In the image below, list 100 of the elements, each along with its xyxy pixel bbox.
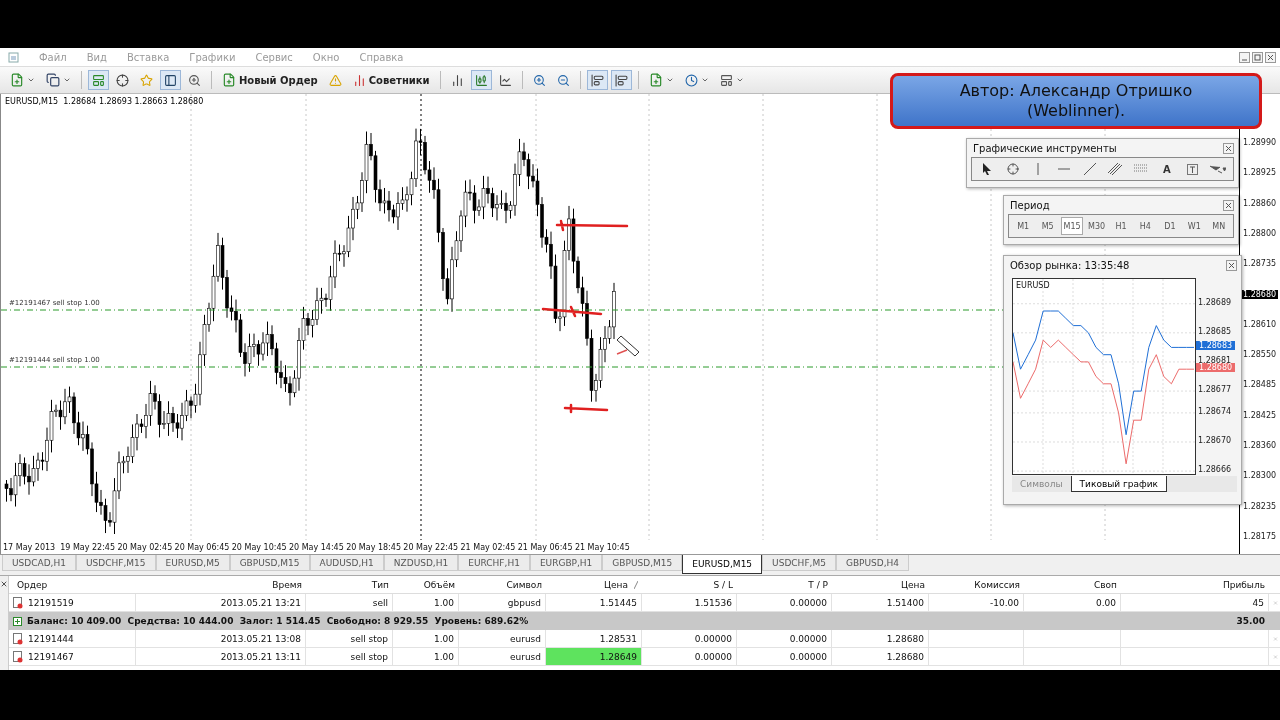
chart-tab[interactable]: EURGBP,H1 bbox=[529, 555, 603, 571]
table-cell: 0.00000 bbox=[642, 630, 737, 648]
template-icon bbox=[719, 73, 733, 87]
time-axis-label: 20 May 14:45 bbox=[288, 543, 345, 552]
price-axis-label: 1.28685 bbox=[1198, 326, 1232, 336]
horizontal-line-icon bbox=[1057, 168, 1070, 170]
autoscroll-button[interactable] bbox=[586, 70, 608, 90]
chart-tab[interactable]: NZDUSD,H1 bbox=[383, 555, 459, 571]
close-button[interactable] bbox=[1226, 259, 1237, 271]
chart-shift-button[interactable] bbox=[610, 70, 632, 90]
magnifier-icon bbox=[188, 73, 201, 87]
chart-header: EURUSD,M15 1.28684 1.28693 1.28663 1.28680 bbox=[5, 97, 204, 106]
warning-icon bbox=[328, 73, 342, 87]
account-summary: Баланс: 10 409.00 Средства: 10 444.00 Залог: 1 514.45 Свободно: 8 929.55 Уровень: 689.62% bbox=[27, 616, 529, 626]
close-icon bbox=[1273, 652, 1278, 661]
channel-icon bbox=[1108, 163, 1123, 175]
period-button[interactable]: MN bbox=[1207, 217, 1230, 235]
column-header[interactable]: Объём bbox=[393, 576, 459, 594]
experts-button[interactable]: Советники bbox=[348, 70, 434, 90]
price-axis-label: 1.28425 bbox=[1243, 410, 1277, 420]
price-axis-label: 1.28674 bbox=[1198, 406, 1232, 416]
column-header[interactable]: T / P bbox=[737, 576, 832, 594]
column-header[interactable]: Время bbox=[136, 576, 306, 594]
period-button[interactable]: M1 bbox=[1012, 217, 1035, 235]
restore-button[interactable] bbox=[1252, 51, 1263, 63]
column-header[interactable]: Цена bbox=[546, 576, 642, 594]
new-order-button[interactable]: Новый Ордер bbox=[218, 70, 322, 90]
candles-button[interactable] bbox=[470, 70, 492, 90]
price-axis-label: 1.28800 bbox=[1243, 228, 1277, 238]
plus-icon[interactable] bbox=[13, 616, 22, 626]
market-watch-button[interactable] bbox=[88, 70, 109, 90]
table-cell: 2013.05.21 13:11 bbox=[136, 648, 306, 666]
text-tool-button[interactable]: A bbox=[1154, 160, 1179, 178]
close-button[interactable] bbox=[1265, 51, 1276, 63]
time-axis-label: 19 May 22:45 bbox=[60, 543, 117, 552]
close-button[interactable] bbox=[1223, 199, 1234, 211]
bar-chart-icon bbox=[450, 73, 464, 87]
vertical-line-icon bbox=[1037, 163, 1040, 175]
panel-tab[interactable]: Тиковый график bbox=[1070, 476, 1167, 492]
period-button[interactable]: H4 bbox=[1134, 217, 1157, 235]
sort-icon bbox=[634, 580, 638, 589]
table-cell: eurusd bbox=[459, 630, 546, 648]
price-tag: 1.28680 bbox=[1196, 363, 1236, 372]
column-header[interactable]: S / L bbox=[642, 576, 737, 594]
autoscroll-icon bbox=[590, 73, 604, 87]
period-button[interactable]: M30 bbox=[1085, 217, 1108, 235]
crosshair-icon bbox=[116, 73, 129, 87]
order-icon bbox=[13, 632, 23, 645]
file-plus-icon bbox=[648, 73, 663, 87]
trendline-icon bbox=[1083, 163, 1096, 175]
period-button[interactable]: D1 bbox=[1158, 217, 1182, 235]
time-axis-label: 20 May 06:45 bbox=[174, 543, 231, 552]
column-header[interactable]: Прибыль bbox=[1121, 576, 1269, 594]
column-header[interactable]: Своп bbox=[1024, 576, 1121, 594]
chart-tab[interactable]: USDCHF,M5 bbox=[762, 555, 836, 571]
clock-icon bbox=[684, 73, 698, 87]
line-chart-icon bbox=[498, 73, 512, 87]
panel-icon bbox=[164, 73, 177, 87]
chart-tab[interactable]: EURCHF,H1 bbox=[458, 555, 530, 571]
close-button[interactable] bbox=[1223, 142, 1234, 154]
price-axis-label: 1.28677 bbox=[1198, 385, 1232, 395]
total-profit: 35.00 bbox=[1121, 612, 1280, 630]
banner-text: Автор: Александр Отришко bbox=[959, 81, 1193, 101]
close-icon bbox=[0, 580, 8, 588]
caret-icon bbox=[735, 76, 744, 84]
fibonacci-icon bbox=[1134, 164, 1149, 174]
price-axis-label: 1.28735 bbox=[1243, 259, 1277, 269]
chart-tab[interactable]: USDCHF,M15 bbox=[75, 555, 156, 571]
table-cell: 12191467 bbox=[9, 648, 136, 666]
period-button[interactable]: M5 bbox=[1036, 217, 1059, 235]
price-axis-label: 1.28485 bbox=[1243, 380, 1277, 390]
order-icon bbox=[13, 650, 23, 663]
minimize-button[interactable] bbox=[1239, 51, 1250, 63]
chart-tab[interactable]: GBPUSD,H4 bbox=[835, 555, 910, 571]
column-header[interactable]: Тип bbox=[306, 576, 393, 594]
chart-tab[interactable]: GBPUSD,M15 bbox=[229, 555, 310, 571]
chart-tab[interactable]: AUDUSD,H1 bbox=[309, 555, 384, 571]
price-axis-label: 1.28300 bbox=[1243, 471, 1277, 481]
column-header[interactable]: Комиссия bbox=[929, 576, 1024, 594]
close-icon bbox=[1273, 634, 1278, 643]
chart-shift-icon bbox=[614, 73, 628, 87]
time-axis-label: 21 May 02:45 bbox=[460, 543, 517, 552]
table-cell: 1.00 bbox=[393, 648, 459, 666]
terminal-button[interactable] bbox=[160, 70, 181, 90]
zoom-out-icon bbox=[556, 73, 570, 87]
panel-title: Обзор рынка: 13:35:48 bbox=[1010, 259, 1130, 271]
price-axis-label: 1.28681 bbox=[1198, 355, 1232, 365]
price-axis-label: 1.28550 bbox=[1243, 350, 1277, 360]
chart-tab[interactable]: EURUSD,M15 bbox=[682, 555, 763, 574]
column-header[interactable]: Ордер bbox=[9, 576, 136, 594]
column-header[interactable]: Цена bbox=[832, 576, 929, 594]
time-axis-label: 20 May 22:45 bbox=[403, 543, 460, 552]
column-header[interactable]: Символ bbox=[459, 576, 546, 594]
period-button[interactable]: W1 bbox=[1183, 217, 1206, 235]
caret-icon bbox=[63, 76, 71, 84]
period-button[interactable]: M15 bbox=[1060, 217, 1084, 235]
chart-tab[interactable]: GBPUSD,M15 bbox=[602, 555, 683, 571]
chart-tab[interactable]: EURUSD,M5 bbox=[155, 555, 230, 571]
period-button[interactable]: H1 bbox=[1109, 217, 1133, 235]
chart-tab[interactable]: USDCAD,H1 bbox=[2, 555, 76, 571]
